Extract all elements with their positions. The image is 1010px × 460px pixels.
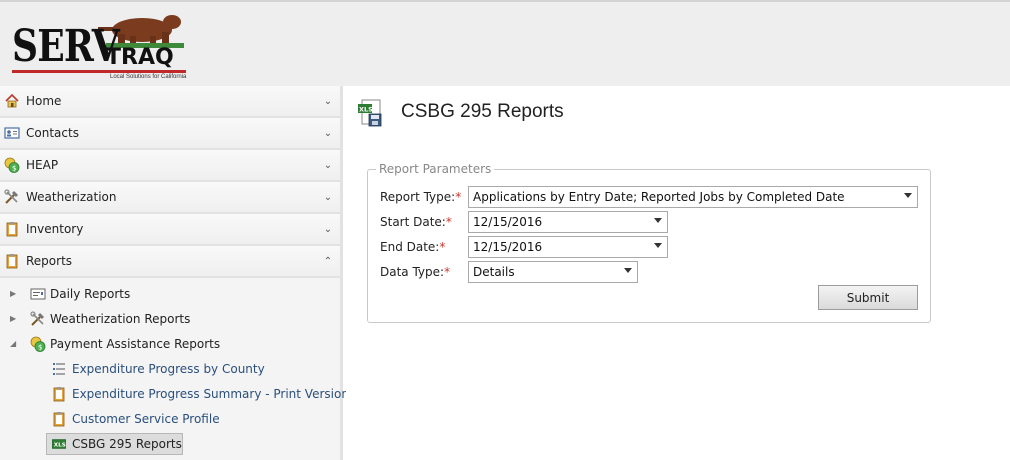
report-icon — [30, 286, 46, 302]
dropdown-arrow-icon[interactable] — [904, 193, 912, 198]
sub-weatherization-reports[interactable]: ▶ Weatherization Reports — [0, 307, 340, 332]
sub-payment-assistance-reports-label: Payment Assistance Reports — [50, 337, 221, 351]
nav-reports-label: Reports — [26, 254, 73, 268]
expand-arrow-icon[interactable]: ▶ — [10, 289, 18, 299]
nav-home-label: Home — [26, 94, 62, 108]
report-link-label: Customer Service Profile — [72, 412, 220, 426]
svg-text:$: $ — [12, 165, 16, 173]
report-link-csbg-295[interactable]: XLS CSBG 295 Reports — [0, 432, 340, 457]
list-icon — [52, 361, 66, 377]
report-link-label: CSBG 295 Reports — [72, 437, 182, 451]
start-date-label: Start Date:* — [380, 215, 452, 229]
page-title: CSBG 295 Reports — [401, 101, 564, 122]
tools-icon — [4, 189, 20, 205]
report-link-expenditure-summary-print[interactable]: Expenditure Progress Summary - Print Ver… — [0, 382, 349, 407]
logo-tagline: Local Solutions for California — [110, 74, 187, 80]
tools-icon — [30, 311, 46, 327]
nav-reports[interactable]: Reports ⌃ — [0, 246, 340, 278]
logo-traq-text: TRAQ — [106, 45, 174, 70]
expand-arrow-icon[interactable]: ▶ — [10, 314, 18, 324]
coins-icon: $ — [30, 336, 46, 352]
report-type-row: Report Type:* — [380, 187, 468, 207]
start-date-picker[interactable]: 12/15/2016 — [468, 211, 668, 233]
servtraq-logo[interactable]: SERV TRAQ Local Solutions for California — [10, 10, 190, 84]
report-type-value: Applications by Entry Date; Reported Job… — [473, 190, 845, 204]
chevron-up-icon: ⌃ — [323, 255, 333, 267]
chevron-down-icon: ⌄ — [323, 223, 333, 235]
data-type-value: Details — [473, 265, 515, 279]
svg-text:$: $ — [38, 344, 42, 352]
reports-submenu: ▶ Daily Reports ▶ Weatherization Reports… — [0, 278, 349, 457]
clipboard-icon — [52, 411, 66, 427]
logo-underline — [12, 70, 186, 73]
clipboard-icon — [4, 221, 20, 237]
start-date-value: 12/15/2016 — [473, 215, 543, 229]
report-type-select[interactable]: Applications by Entry Date; Reported Job… — [468, 186, 918, 208]
chevron-down-icon: ⌄ — [323, 159, 333, 171]
start-date-row: Start Date:* — [380, 212, 468, 232]
nav-inventory-label: Inventory — [26, 222, 84, 236]
contact-card-icon — [4, 125, 20, 141]
chevron-down-icon: ⌄ — [323, 191, 333, 203]
data-type-select[interactable]: Details — [468, 261, 638, 283]
house-icon — [4, 93, 20, 109]
nav-home[interactable]: Home ⌄ — [0, 86, 340, 118]
sidebar: Home ⌄ Contacts ⌄ $ HEAP ⌄ Weatherizatio… — [0, 86, 349, 460]
sub-weatherization-reports-label: Weatherization Reports — [50, 312, 191, 326]
clipboard-icon — [4, 253, 20, 269]
clipboard-icon — [52, 386, 66, 402]
dropdown-arrow-icon[interactable] — [654, 218, 662, 223]
data-type-label: Data Type:* — [380, 265, 451, 279]
dropdown-arrow-icon[interactable] — [624, 268, 632, 273]
submit-button[interactable]: Submit — [818, 285, 918, 310]
nav-inventory[interactable]: Inventory ⌄ — [0, 214, 340, 246]
report-link-label: Expenditure Progress Summary - Print Ver… — [72, 387, 349, 401]
sub-daily-reports[interactable]: ▶ Daily Reports — [0, 282, 340, 307]
chevron-down-icon: ⌄ — [323, 127, 333, 139]
nav-heap[interactable]: $ HEAP ⌄ — [0, 150, 340, 182]
report-link-expenditure-by-county[interactable]: Expenditure Progress by County — [0, 357, 340, 382]
app-header: SERV TRAQ Local Solutions for California — [0, 0, 1010, 86]
svg-text:XLS: XLS — [359, 106, 373, 114]
chevron-down-icon: ⌄ — [323, 95, 333, 107]
dropdown-arrow-icon[interactable] — [654, 243, 662, 248]
report-parameters-fieldset: Report Parameters Report Type:* Applicat… — [367, 162, 931, 323]
end-date-row: End Date:* — [380, 237, 468, 257]
xls-report-icon: XLS — [358, 99, 382, 127]
nav-heap-label: HEAP — [26, 158, 59, 172]
report-link-label: Expenditure Progress by County — [72, 362, 265, 376]
end-date-label: End Date:* — [380, 240, 446, 254]
nav-weatherization[interactable]: Weatherization ⌄ — [0, 182, 340, 214]
end-date-picker[interactable]: 12/15/2016 — [468, 236, 668, 258]
logo-serv-text: SERV — [12, 21, 120, 72]
nav-contacts-label: Contacts — [26, 126, 79, 140]
svg-text:XLS: XLS — [54, 443, 66, 449]
end-date-value: 12/15/2016 — [473, 240, 543, 254]
xls-icon: XLS — [52, 436, 66, 452]
data-type-row: Data Type:* — [380, 262, 468, 282]
sub-payment-assistance-reports[interactable]: ◢ $ Payment Assistance Reports — [0, 332, 340, 357]
main-content: XLS CSBG 295 Reports Report Parameters R… — [346, 86, 1010, 460]
nav-contacts[interactable]: Contacts ⌄ — [0, 118, 340, 150]
collapse-arrow-icon[interactable]: ◢ — [10, 339, 18, 349]
report-link-customer-service-profile[interactable]: Customer Service Profile — [0, 407, 340, 432]
fieldset-legend: Report Parameters — [376, 162, 495, 176]
nav-weatherization-label: Weatherization — [26, 190, 117, 204]
report-type-label: Report Type:* — [380, 190, 462, 204]
sub-daily-reports-label: Daily Reports — [50, 287, 131, 301]
coins-icon: $ — [4, 157, 20, 173]
